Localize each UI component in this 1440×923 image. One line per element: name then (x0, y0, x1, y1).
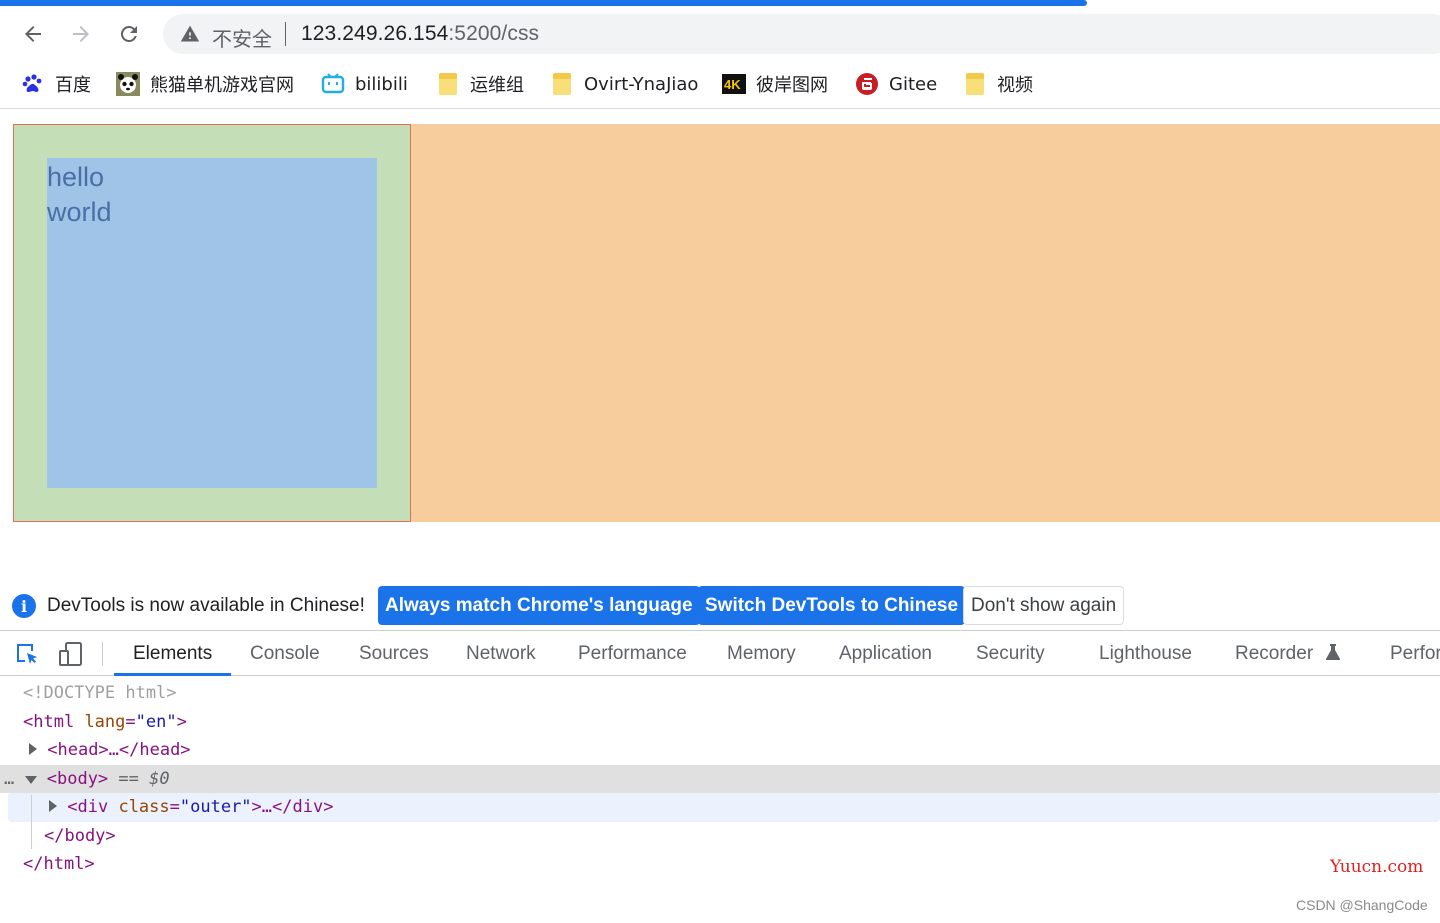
back-button[interactable] (15, 16, 51, 52)
devtools-language-infobar: i DevTools is now available in Chinese! … (0, 584, 1440, 628)
expand-arrow-icon[interactable] (49, 800, 57, 812)
bookmark-baidu[interactable]: 百度 (21, 70, 91, 98)
bilibili-tv-icon (321, 72, 345, 96)
bookmarks-bar: 百度 熊猫单机游戏官网 bilibili 运维组 Ovirt-YnaJiao 4… (0, 60, 1440, 109)
bookmark-label: 彼岸图网 (756, 75, 828, 96)
gitee-icon (855, 72, 879, 96)
hello-text: hello (47, 162, 105, 192)
url-path: :5200/css (448, 22, 540, 45)
div-outer-node[interactable]: <div class="outer">…</div> (49, 793, 333, 821)
author-watermark: CSDN @ShangCode (1296, 897, 1428, 913)
reload-button[interactable] (111, 16, 147, 52)
panda-icon (116, 72, 140, 96)
bookmark-panda-games[interactable]: 熊猫单机游戏官网 (116, 70, 294, 98)
node-actions-icon[interactable]: … (4, 769, 14, 789)
tab-performance[interactable]: Performance (578, 643, 687, 665)
folder-icon (436, 72, 460, 96)
bookmark-label: 百度 (55, 75, 91, 96)
arrow-right-icon (73, 26, 89, 42)
tab-network[interactable]: Network (466, 643, 536, 665)
selected-node-highlight (0, 765, 1440, 793)
tab-recorder-label: Recorder (1235, 643, 1314, 664)
infobar-message: DevTools is now available in Chinese! (47, 595, 365, 616)
url-host: 123.249.26.154 (301, 22, 449, 45)
bookmark-bian-wallpapers[interactable]: 4K 彼岸图网 (722, 70, 828, 98)
omnibox-divider (285, 22, 286, 46)
html-node[interactable]: <html lang="en"> (23, 708, 187, 736)
body-close-node[interactable]: </body> (44, 822, 116, 850)
bookmark-label: Gitee (889, 73, 938, 95)
tab-elements[interactable]: Elements (133, 643, 212, 665)
reload-icon (120, 25, 137, 42)
arrow-left-icon (25, 26, 41, 42)
tab-recorder[interactable]: Recorder (1235, 643, 1341, 665)
expand-arrow-icon[interactable] (29, 743, 37, 755)
inner-box: hello world (47, 158, 377, 488)
site-watermark: Yuucn.com (1330, 857, 1424, 877)
tree-indent-guide (31, 795, 32, 849)
folder-icon (963, 72, 987, 96)
info-icon: i (12, 594, 36, 618)
active-tab-indicator (114, 673, 231, 676)
tab-security[interactable]: Security (976, 643, 1045, 665)
html-close-node[interactable]: </html> (23, 850, 95, 878)
selected-node-marker: == $0 (118, 769, 170, 789)
4k-icon: 4K (722, 72, 746, 96)
devtools-tab-strip: Elements Console Sources Network Perform… (0, 630, 1440, 676)
bookmark-bilibili[interactable]: bilibili (321, 70, 408, 98)
address-bar[interactable]: 不安全 123.249.26.154:5200/css (163, 14, 1440, 54)
baidu-paw-icon (21, 72, 45, 96)
folder-icon (550, 72, 574, 96)
forward-button[interactable] (63, 16, 99, 52)
dont-show-again-button[interactable]: Don't show again (963, 586, 1125, 625)
outer-margin-highlight (411, 124, 1440, 522)
elements-dom-tree: <!DOCTYPE html> <html lang="en"> <head>…… (0, 677, 1440, 923)
tab-performance-insights[interactable]: Perfor (1390, 643, 1440, 665)
tab-sources[interactable]: Sources (359, 643, 429, 665)
bookmark-folder-ovirt[interactable]: Ovirt-YnaJiao (550, 70, 698, 98)
security-status-label[interactable]: 不安全 (212, 23, 272, 52)
head-node[interactable]: <head>…</head> (29, 736, 191, 764)
svg-text:4K: 4K (724, 77, 741, 92)
always-match-language-button[interactable]: Always match Chrome's language (378, 586, 700, 625)
tab-application[interactable]: Application (839, 643, 932, 665)
bookmark-label: 熊猫单机游戏官网 (150, 75, 294, 96)
tab-lighthouse[interactable]: Lighthouse (1099, 643, 1192, 665)
browser-toolbar: 不安全 123.249.26.154:5200/css (0, 6, 1440, 60)
toolbar-divider (102, 642, 103, 666)
bookmark-folder-video[interactable]: 视频 (963, 70, 1033, 98)
experiment-flask-icon (1326, 644, 1341, 660)
url-text[interactable]: 123.249.26.154:5200/css (301, 22, 539, 46)
bookmark-gitee[interactable]: Gitee (855, 70, 937, 98)
device-toolbar-icon[interactable] (58, 641, 84, 667)
outer-box: hello world (13, 124, 411, 522)
bookmark-label: 视频 (997, 75, 1033, 96)
warning-triangle-icon (180, 25, 200, 42)
bookmark-label: 运维组 (470, 75, 524, 96)
bookmark-label: Ovirt-YnaJiao (584, 73, 699, 95)
collapse-arrow-icon[interactable] (24, 776, 37, 784)
body-node[interactable]: … <body> == $0 (4, 765, 170, 793)
inspect-element-icon[interactable] (14, 641, 40, 667)
bookmark-folder-ops[interactable]: 运维组 (436, 70, 524, 98)
doctype-node[interactable]: <!DOCTYPE html> (23, 679, 177, 707)
world-text: world (47, 197, 112, 227)
bookmark-label: bilibili (355, 73, 408, 95)
tab-console[interactable]: Console (250, 643, 320, 665)
tab-memory[interactable]: Memory (727, 643, 796, 665)
switch-to-chinese-button[interactable]: Switch DevTools to Chinese (698, 586, 966, 625)
